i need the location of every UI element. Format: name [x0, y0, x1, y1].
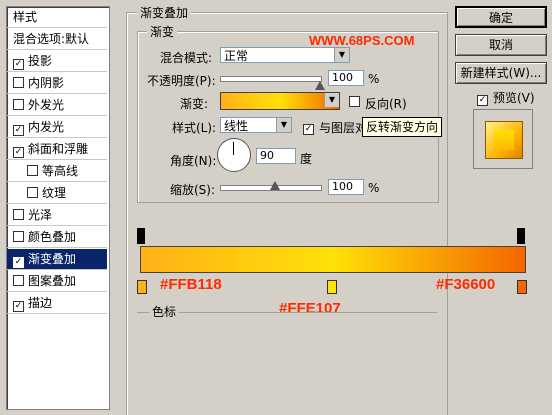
style-item-label: 外发光: [28, 98, 65, 112]
checkbox-box[interactable]: [13, 231, 24, 242]
style-item-label: 内阴影: [28, 76, 65, 90]
style-value: 线性: [224, 119, 249, 133]
style-select[interactable]: 线性 ▼: [220, 117, 292, 133]
checkbox-box[interactable]: ✓: [13, 125, 24, 136]
blend-mode-select[interactable]: 正常 ▼: [220, 47, 350, 63]
checkbox-box[interactable]: ✓: [303, 124, 314, 135]
style-item-label: 描边: [28, 296, 53, 310]
align-layer-label: 与图层对: [319, 121, 368, 135]
gradient-picker[interactable]: ▼: [220, 92, 340, 110]
opacity-stop-right[interactable]: [517, 228, 525, 244]
angle-degree-label: 度: [300, 152, 313, 166]
preview-swatch: [485, 121, 523, 159]
style-item[interactable]: 纹理: [7, 183, 107, 204]
opacity-slider[interactable]: [220, 76, 322, 82]
chevron-down-icon: ▼: [334, 48, 349, 62]
style-item-label: 等高线: [42, 164, 79, 178]
style-label: 样式(L):: [172, 121, 217, 135]
scale-label: 缩放(S):: [170, 183, 216, 197]
checkbox-box[interactable]: [27, 165, 38, 176]
gradient-bar[interactable]: [140, 246, 526, 273]
reverse-checkbox[interactable]: [349, 95, 364, 109]
angle-dial[interactable]: [217, 138, 251, 172]
style-item-label: 投影: [28, 54, 53, 68]
watermark-left-color: #FFB118: [160, 276, 222, 293]
style-item-label: 光泽: [28, 208, 53, 222]
gradient-group-title: 渐变: [147, 23, 178, 40]
style-item[interactable]: ✓ 斜面和浮雕: [7, 139, 107, 160]
chevron-down-icon[interactable]: ▼: [324, 93, 339, 107]
style-item[interactable]: 图案叠加: [7, 271, 107, 292]
checkbox-box[interactable]: [13, 209, 24, 220]
preview-label: 预览(V): [493, 91, 535, 105]
gradient-label: 渐变:: [180, 97, 209, 111]
opacity-label: 不透明度(P):: [147, 74, 216, 88]
checkbox-box[interactable]: [13, 77, 24, 88]
scale-slider-thumb[interactable]: [270, 181, 280, 190]
color-stop-right[interactable]: [517, 280, 527, 294]
checkbox-box[interactable]: [27, 187, 38, 198]
color-stop-left[interactable]: [137, 280, 147, 294]
checkbox-box[interactable]: ✓: [13, 301, 24, 312]
blend-mode-value: 正常: [224, 49, 249, 63]
panel-title: 渐变叠加: [137, 4, 192, 21]
style-item-label: 斜面和浮雕: [28, 142, 89, 156]
angle-label: 角度(N):: [170, 154, 217, 168]
watermark-right-color: #F36600: [436, 276, 496, 293]
style-item[interactable]: ✓ 内发光: [7, 117, 107, 138]
angle-input[interactable]: 90: [256, 148, 296, 164]
align-layer-checkbox[interactable]: ✓: [303, 119, 318, 135]
reverse-label: 反向(R): [365, 97, 407, 111]
scale-percent: %: [368, 181, 380, 195]
style-list: 样式 混合选项:默认 ✓ 投影内阴影外发光 ✓ 内发光 ✓ 斜面和浮雕等高线纹理光泽颜色叠…: [6, 6, 110, 410]
scale-input[interactable]: 100: [328, 179, 364, 195]
checkbox-box[interactable]: ✓: [477, 95, 488, 106]
style-item[interactable]: 光泽: [7, 205, 107, 226]
reverse-tooltip: 反转渐变方向: [362, 117, 443, 137]
style-item[interactable]: 外发光: [7, 95, 107, 116]
ok-button[interactable]: 确定: [455, 6, 547, 28]
opacity-percent: %: [368, 72, 380, 86]
style-item-label: 纹理: [42, 186, 67, 200]
blend-mode-label: 混合模式:: [160, 51, 213, 65]
color-stop-mid[interactable]: [327, 280, 337, 294]
style-item[interactable]: ✓ 投影: [7, 51, 107, 72]
checkbox-box[interactable]: ✓: [13, 59, 24, 70]
checkbox-box[interactable]: [13, 99, 24, 110]
cancel-button[interactable]: 取消: [455, 34, 547, 56]
opacity-input[interactable]: 100: [328, 70, 364, 86]
preview-checkbox[interactable]: ✓: [477, 90, 492, 106]
colorstop-label: 色标: [149, 303, 180, 320]
style-item[interactable]: 颜色叠加: [7, 227, 107, 248]
style-item-label: 颜色叠加: [28, 230, 77, 244]
chevron-down-icon: ▼: [276, 118, 291, 132]
checkbox-box[interactable]: ✓: [13, 257, 24, 268]
style-item[interactable]: 等高线: [7, 161, 107, 182]
preview-thumbnail: [473, 109, 533, 169]
new-style-button[interactable]: 新建样式(W)...: [455, 62, 547, 84]
style-item-label: 渐变叠加: [28, 252, 77, 266]
opacity-stop-left[interactable]: [137, 228, 145, 244]
checkbox-box[interactable]: [349, 96, 360, 107]
colorstop-divider: [137, 312, 437, 313]
opacity-slider-thumb[interactable]: [315, 81, 325, 90]
blend-options-default[interactable]: 混合选项:默认: [7, 29, 107, 50]
watermark-mid-color: #FFE107: [279, 300, 341, 317]
style-item-label: 内发光: [28, 120, 65, 134]
style-item[interactable]: ✓ 渐变叠加: [7, 249, 107, 270]
checkbox-box[interactable]: ✓: [13, 147, 24, 158]
watermark-site: WWW.68PS.COM: [309, 33, 415, 48]
preview-swatch-inner: [494, 130, 514, 150]
checkbox-box[interactable]: [13, 275, 24, 286]
style-item[interactable]: ✓ 描边: [7, 293, 107, 314]
style-item-label: 图案叠加: [28, 274, 77, 288]
style-list-header[interactable]: 样式: [7, 7, 107, 28]
angle-dial-needle: [233, 142, 234, 155]
style-item[interactable]: 内阴影: [7, 73, 107, 94]
